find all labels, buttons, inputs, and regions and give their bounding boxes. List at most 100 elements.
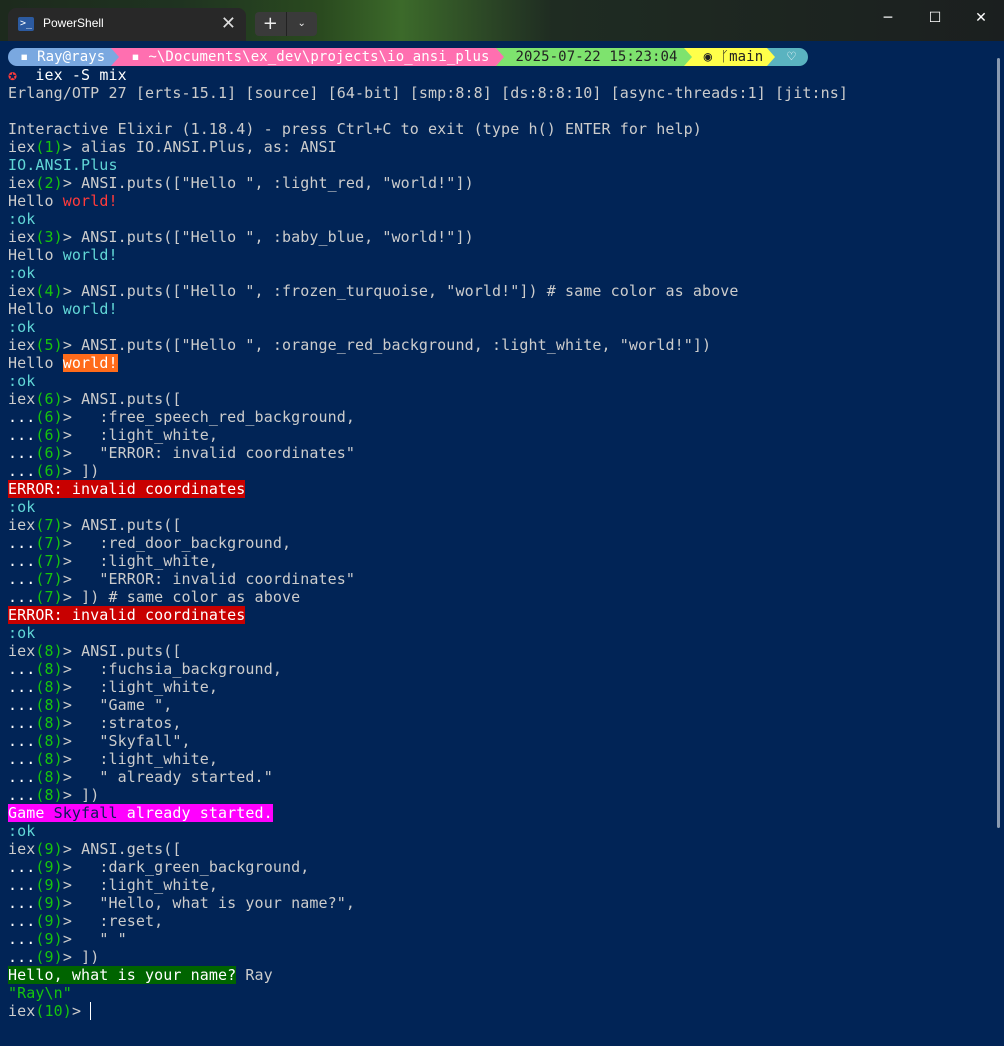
prompt-branch: main — [729, 49, 764, 65]
command-text: iex -S mix — [35, 66, 127, 84]
iex-input-text: :stratos, — [81, 714, 182, 732]
iex-continuation-line: ...(9)> :light_white, — [8, 876, 219, 894]
iex-continuation-line: ...(6)> :light_white, — [8, 426, 219, 444]
banner-line: Interactive Elixir (1.18.4) - press Ctrl… — [8, 120, 702, 138]
prompt-path: ~\Documents\ex_dev\projects\io_ansi_plus — [148, 49, 490, 65]
github-icon: ◉ — [703, 49, 721, 65]
iex-input-text: "ERROR: invalid coordinates" — [81, 444, 356, 462]
iex-continuation-line: ...(8)> ]) — [8, 786, 100, 804]
output-text: world! — [62, 192, 118, 210]
iex-output-line: Hello world! — [8, 354, 993, 372]
output-text: Hello — [8, 246, 63, 264]
iex-input-text: :light_white, — [81, 552, 219, 570]
prompt-user: Ray@rays — [37, 49, 106, 65]
text-cursor — [90, 1002, 92, 1020]
iex-input-text: "Game ", — [81, 696, 173, 714]
iex-continuation-line: ...(8)> " already started." — [8, 768, 273, 786]
output-text: Skyfall — [53, 804, 118, 822]
iex-input-text: :fuchsia_background, — [81, 660, 282, 678]
iex-output-line: ERROR: invalid coordinates — [8, 480, 993, 498]
iex-continuation-line: ...(9)> :dark_green_background, — [8, 858, 310, 876]
iex-continuation-line: ...(8)> :stratos, — [8, 714, 182, 732]
powershell-icon: >_ — [18, 17, 34, 31]
minimize-button[interactable]: ─ — [876, 10, 900, 26]
iex-input-line: iex(7)> ANSI.puts([ — [8, 516, 182, 534]
iex-input-line: iex(1)> alias IO.ANSI.Plus, as: ANSI — [8, 138, 337, 156]
iex-input-text: ANSI.puts(["Hello ", :frozen_turquoise, … — [81, 282, 739, 300]
powerline-arrow — [767, 48, 776, 66]
iex-input-text: ANSI.puts([ — [81, 390, 182, 408]
iex-input-line: iex(6)> ANSI.puts([ — [8, 390, 182, 408]
iex-output-line: ERROR: invalid coordinates — [8, 606, 993, 624]
iex-input-text: ]) — [81, 948, 100, 966]
terminal-output[interactable]: ▪ Ray@rays ▪ ~\Documents\ex_dev\projects… — [8, 48, 993, 1038]
iex-continuation-line: ...(6)> ]) — [8, 462, 100, 480]
iex-input-line: iex(8)> ANSI.puts([ — [8, 642, 182, 660]
iex-input-text: :dark_green_background, — [81, 858, 310, 876]
iex-input-text: "Hello, what is your name?", — [81, 894, 356, 912]
iex-input-text: ANSI.puts(["Hello ", :baby_blue, "world!… — [81, 228, 474, 246]
iex-input-line: iex(2)> ANSI.puts(["Hello ", :light_red,… — [8, 174, 474, 192]
iex-continuation-line: ...(8)> :light_white, — [8, 678, 219, 696]
title-bar: >_ PowerShell ✕ + ⌄ ─ ☐ ✕ — [0, 0, 1004, 41]
iex-continuation-line: ...(9)> :reset, — [8, 912, 164, 930]
iex-input-text: ANSI.puts(["Hello ", :orange_red_backgro… — [81, 336, 712, 354]
ok-line: :ok — [8, 318, 36, 336]
ok-line: :ok — [8, 372, 36, 390]
prompt-time: 2025-07-22 15:23:04 — [503, 48, 684, 66]
new-tab-button[interactable]: + — [255, 12, 287, 36]
close-button[interactable]: ✕ — [969, 10, 993, 26]
powerline-arrow — [111, 48, 120, 66]
iex-continuation-line: ...(7)> "ERROR: invalid coordinates" — [8, 570, 356, 588]
output-text: Hello — [8, 354, 63, 372]
new-tab-group: + ⌄ — [255, 12, 317, 36]
iex-output-line: Hello, what is your name? Ray — [8, 966, 993, 984]
ok-line: :ok — [8, 210, 36, 228]
windows-icon: ▪ — [20, 49, 38, 65]
iex-output-line: Hello world! — [8, 300, 993, 318]
output-text: already started. — [117, 804, 273, 822]
tab-powershell[interactable]: >_ PowerShell ✕ — [8, 8, 246, 41]
maximize-button[interactable]: ☐ — [923, 10, 947, 26]
iex-input-text: ANSI.puts([ — [81, 516, 182, 534]
iex-input-text: :red_door_background, — [81, 534, 292, 552]
iex-input-text: alias IO.ANSI.Plus, as: ANSI — [81, 138, 337, 156]
iex-input-text: :reset, — [81, 912, 164, 930]
folder-icon: ▪ — [131, 49, 149, 65]
iex-input-text: "ERROR: invalid coordinates" — [81, 570, 356, 588]
iex-input-text: :free_speech_red_background, — [81, 408, 356, 426]
iex-input-text: :light_white, — [81, 876, 219, 894]
iex-input-line: iex(9)> ANSI.gets([ — [8, 840, 182, 858]
prompt-user-segment: ▪ Ray@rays — [8, 48, 112, 66]
iex-input-text: " " — [81, 930, 127, 948]
command-line: ✪ iex -S mix — [8, 66, 993, 84]
close-tab-icon[interactable]: ✕ — [221, 13, 236, 33]
heart-icon: ♡ — [775, 48, 808, 66]
return-value-line: "Ray\n" — [8, 984, 72, 1002]
powerline-arrow — [495, 48, 504, 66]
scrollbar-thumb[interactable] — [997, 58, 1000, 828]
iex-input-text: ]) # same color as above — [81, 588, 301, 606]
iex-input-line: iex(3)> ANSI.puts(["Hello ", :baby_blue,… — [8, 228, 474, 246]
iex-input-text: ]) — [81, 786, 100, 804]
chevron-down-icon[interactable]: ⌄ — [287, 12, 318, 36]
prompt-path-segment: ▪ ~\Documents\ex_dev\projects\io_ansi_pl… — [119, 48, 496, 66]
iex-output-line: Game Skyfall already started. — [8, 804, 993, 822]
iex-continuation-line: ...(9)> " " — [8, 930, 127, 948]
iex-output-line: IO.ANSI.Plus — [8, 156, 118, 174]
iex-continuation-line: ...(6)> :free_speech_red_background, — [8, 408, 356, 426]
iex-input-text: ANSI.puts([ — [81, 642, 182, 660]
iex-input-text: ANSI.gets([ — [81, 840, 182, 858]
iex-output-line: Hello world! — [8, 246, 993, 264]
ok-line: :ok — [8, 498, 36, 516]
iex-continuation-line: ...(8)> :fuchsia_background, — [8, 660, 282, 678]
error-text: ERROR: invalid coordinates — [8, 606, 246, 624]
iex-input-text: :light_white, — [81, 750, 219, 768]
prompt-git-segment: ◉ ᚴmain — [691, 48, 768, 66]
status-icon: ✪ — [8, 66, 27, 84]
output-text: Hello — [8, 192, 63, 210]
iex-continuation-line: ...(7)> :light_white, — [8, 552, 219, 570]
current-prompt-line[interactable]: iex(10)> — [8, 1002, 993, 1020]
iex-output-line: Hello world! — [8, 192, 993, 210]
